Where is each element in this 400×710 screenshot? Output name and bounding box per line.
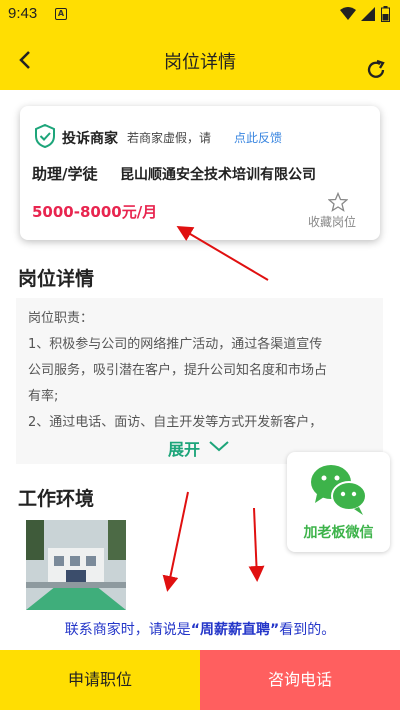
description-line: 2、通过电话、面访、自主开发等方式开发新客户， xyxy=(28,415,323,430)
expand-button[interactable]: 展开 xyxy=(168,436,200,460)
workplace-photo[interactable] xyxy=(26,520,126,610)
call-button[interactable]: 咨询电话 xyxy=(200,650,400,710)
wifi-icon xyxy=(340,7,356,20)
wechat-label: 加老板微信 xyxy=(303,525,374,541)
salary: 5000-8000元/月 xyxy=(32,203,158,221)
notice-highlight: “周薪薪直聘” xyxy=(190,622,280,638)
description-line: 岗位职责： xyxy=(28,311,94,326)
details-section-title: 岗位详情 xyxy=(18,268,95,290)
feedback-link[interactable]: 点此反馈 xyxy=(234,129,282,146)
company-name: 昆山顺通安全技术培训有限公司 xyxy=(120,167,316,183)
contact-notice: 联系商家时，请说是“周薪薪直聘”看到的。 xyxy=(0,610,400,650)
complain-subtitle: 若商家虚假，请 xyxy=(127,131,212,145)
main-content: 投诉商家 若商家虚假，请 点此反馈 助理/学徒 昆山顺通安全技术培训有限公司 5… xyxy=(0,90,400,610)
apply-button[interactable]: 申请职位 xyxy=(0,650,200,710)
title-bar: 岗位详情 xyxy=(0,28,400,90)
status-bar: 9:43 A xyxy=(0,0,400,28)
star-icon[interactable] xyxy=(328,192,348,212)
job-card: 投诉商家 若商家虚假，请 点此反馈 助理/学徒 昆山顺通安全技术培训有限公司 5… xyxy=(20,106,380,240)
description-line: 1、积极参与公司的网络推广活动，通过各渠道宣传 xyxy=(28,337,323,352)
description-line: 有率; xyxy=(28,389,59,404)
description-line: 公司服务，吸引潜在客户，提升公司知名度和市场占 xyxy=(28,363,328,378)
chevron-down-icon[interactable] xyxy=(208,439,230,453)
signal-icon xyxy=(361,7,375,21)
complain-title: 投诉商家 xyxy=(62,131,118,147)
wechat-icon xyxy=(311,465,367,515)
job-title: 助理/学徒 xyxy=(32,165,98,183)
refresh-icon[interactable] xyxy=(364,58,388,82)
shield-check-icon xyxy=(35,124,55,148)
notice-suffix: 看到的。 xyxy=(279,622,336,638)
wechat-button[interactable]: 加老板微信 xyxy=(287,452,390,552)
notice-prefix: 联系商家时，请说是 xyxy=(64,622,191,638)
notification-icon: A xyxy=(55,8,67,20)
favorite-button[interactable]: 收藏岗位 xyxy=(308,213,356,230)
environment-section-title: 工作环境 xyxy=(18,488,95,510)
battery-icon xyxy=(381,6,390,22)
status-time: 9:43 xyxy=(8,5,38,22)
page-title: 岗位详情 xyxy=(164,52,236,73)
workplace-photo-image xyxy=(26,520,126,610)
